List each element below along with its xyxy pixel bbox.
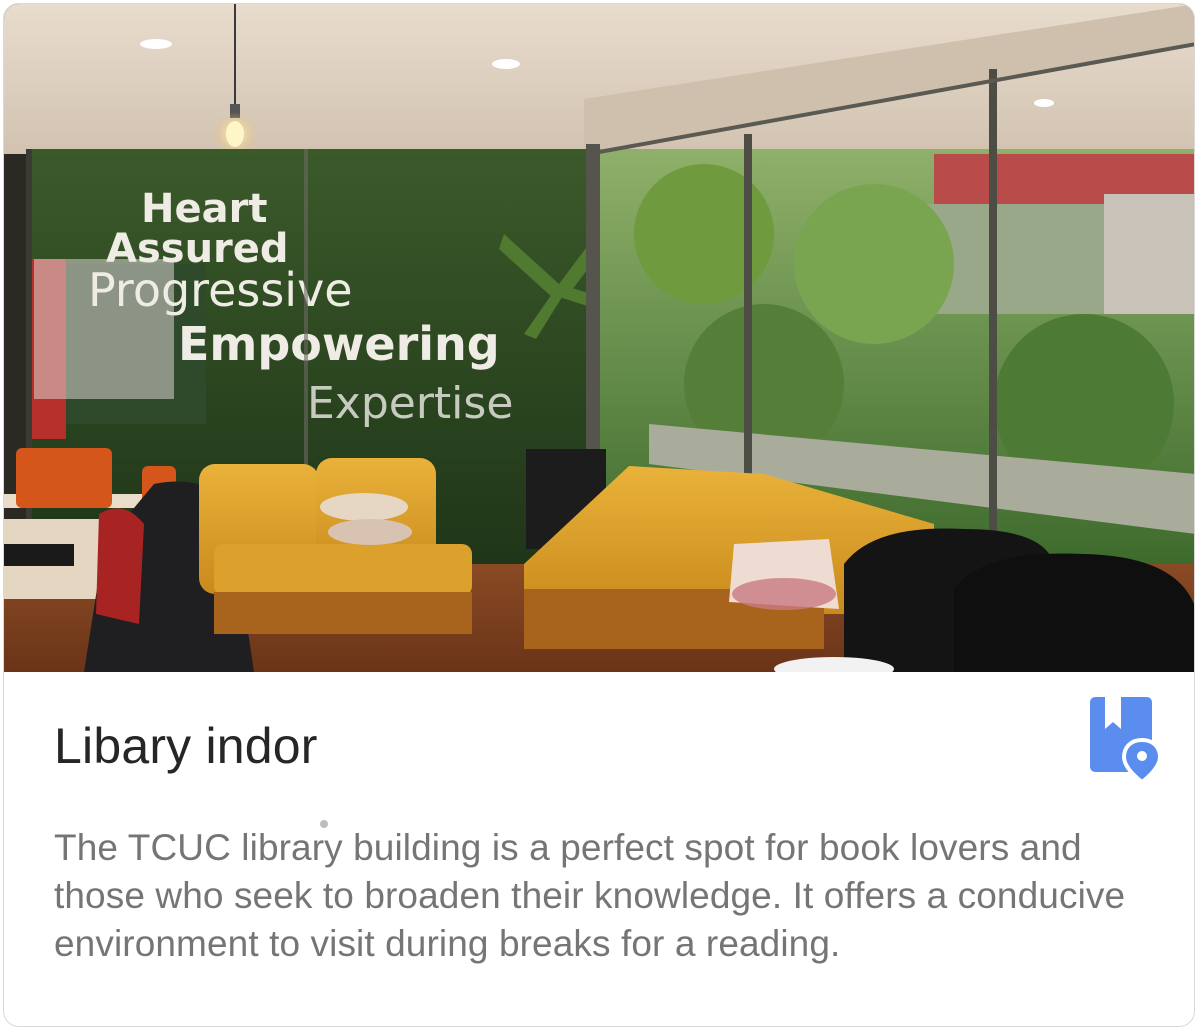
library-photo: Heart Assured Progressive Empowering Exp… bbox=[4, 4, 1194, 672]
card-title: Libary indor bbox=[54, 718, 318, 774]
wall-word-empowering: Empowering bbox=[178, 317, 500, 371]
place-card[interactable]: Heart Assured Progressive Empowering Exp… bbox=[3, 3, 1195, 1027]
bookmark-location-icon[interactable] bbox=[1086, 694, 1164, 785]
wall-word-expertise: Expertise bbox=[307, 378, 513, 429]
wall-word-progressive: Progressive bbox=[88, 263, 353, 317]
card-description: The TCUC library building is a perfect s… bbox=[54, 827, 1126, 964]
